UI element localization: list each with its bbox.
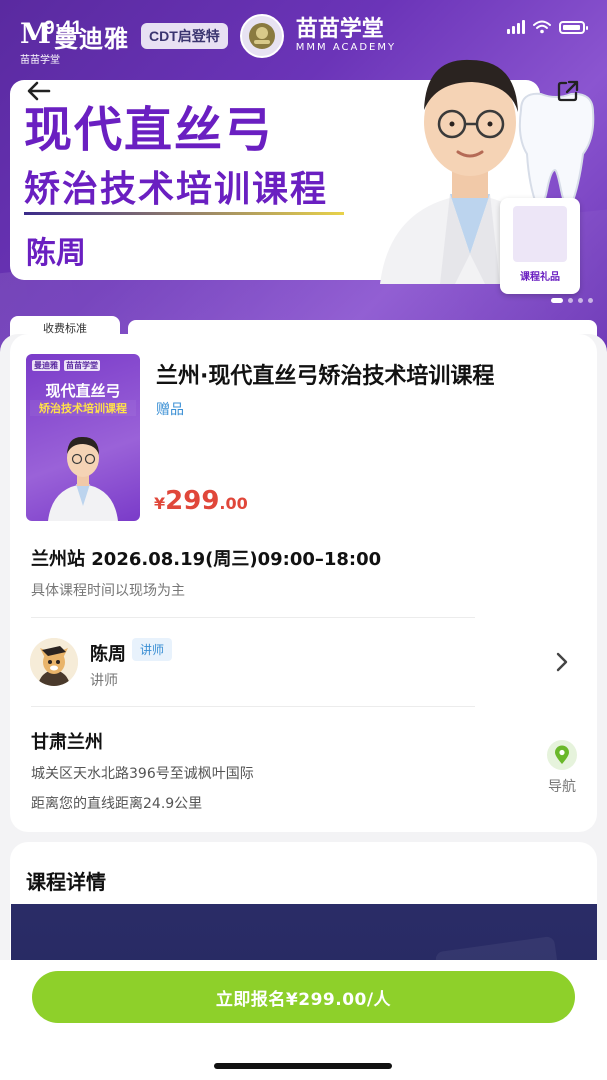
cover-presenter-photo bbox=[48, 436, 118, 521]
arrow-left-icon bbox=[27, 81, 51, 101]
teacher-tag-badge: 讲师 bbox=[132, 638, 173, 661]
teacher-name: 陈周 bbox=[90, 644, 126, 665]
banner-title-line-1: 现代直丝弓 bbox=[24, 102, 275, 158]
back-button[interactable] bbox=[20, 72, 58, 110]
home-indicator bbox=[214, 1063, 392, 1069]
register-button[interactable]: 立即报名¥299.00/人 bbox=[32, 971, 575, 1023]
session-datetime: 兰州站 2026.08.19(周三)09:00–18:00 bbox=[31, 549, 382, 570]
carousel-dot bbox=[551, 298, 563, 303]
banner-underline bbox=[24, 212, 344, 215]
course-title: 兰州·现代直丝弓矫治技术培训课程 bbox=[156, 364, 495, 389]
carousel-indicator bbox=[551, 298, 593, 303]
session-note: 具体课程时间以现场为主 bbox=[31, 583, 185, 599]
teacher-row[interactable]: 陈周 讲师 讲师 bbox=[26, 630, 586, 700]
navigation-label: 导航 bbox=[548, 779, 576, 795]
gift-label[interactable]: 赠品 bbox=[156, 399, 184, 419]
banner-title-line-2: 矫治技术培训课程 bbox=[24, 169, 329, 210]
cover-logos: 曼迪雅 苗苗学堂 bbox=[32, 360, 100, 371]
location-pin-icon bbox=[547, 740, 577, 770]
gift-card-thumbnail: 课程礼品 bbox=[500, 198, 580, 294]
banner-presenter-name: 陈周 bbox=[26, 236, 86, 271]
venue-title: 甘肃兰州 bbox=[31, 732, 103, 753]
course-details-title: 课程详情 bbox=[26, 870, 106, 894]
teacher-avatar bbox=[30, 638, 78, 686]
carousel-dot bbox=[588, 298, 593, 303]
teacher-role: 讲师 bbox=[90, 673, 118, 689]
venue-distance: 距离您的直线距离24.9公里 bbox=[31, 796, 203, 812]
share-icon bbox=[557, 80, 579, 102]
chevron-right-icon bbox=[556, 652, 568, 672]
share-button[interactable] bbox=[549, 72, 587, 110]
divider bbox=[31, 617, 475, 618]
carousel-dot bbox=[578, 298, 583, 303]
status-time: 9:41 bbox=[44, 18, 83, 39]
gift-card-image bbox=[513, 206, 567, 262]
venue-address: 城关区天水北路396号至诚枫叶国际 bbox=[31, 766, 254, 782]
divider bbox=[31, 706, 475, 707]
course-cover-image: 曼迪雅 苗苗学堂 现代直丝弓 矫治技术培训课程 bbox=[26, 354, 140, 521]
course-price: ¥299.00 bbox=[154, 486, 248, 516]
course-banner: M 曼迪雅 苗苗学堂 CDT启登特 苗苗学堂 MMM ACADEMY 9:41 bbox=[0, 0, 607, 360]
navigation-button[interactable]: 导航 bbox=[540, 740, 584, 800]
carousel-dot bbox=[568, 298, 573, 303]
